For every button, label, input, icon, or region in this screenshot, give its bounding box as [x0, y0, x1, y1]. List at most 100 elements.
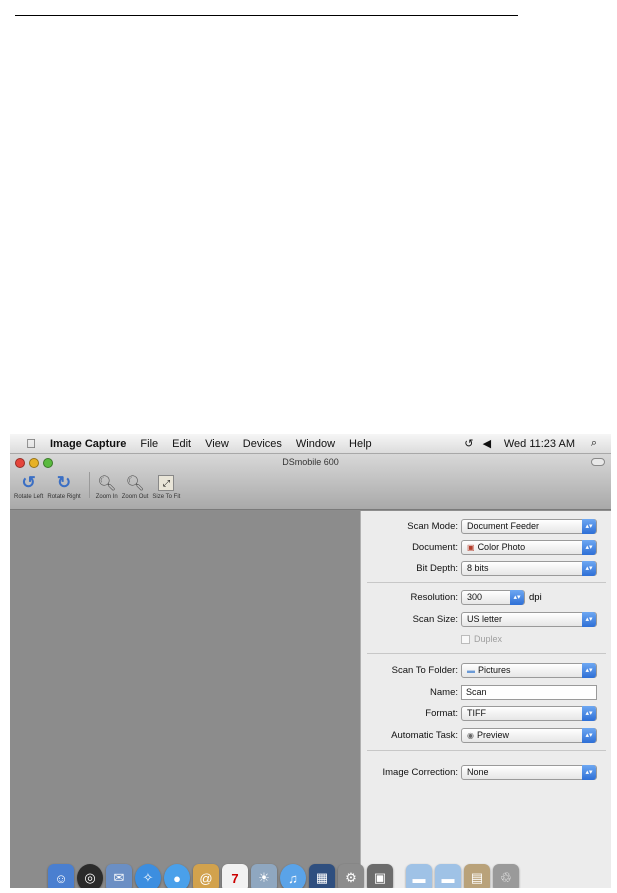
bit-depth-row: Bit Depth: 8 bits ▴▾ — [361, 559, 611, 577]
image-correction-popup[interactable]: None ▴▾ — [461, 764, 597, 780]
scan-mode-row: Scan Mode: Document Feeder ▴▾ — [361, 517, 611, 535]
format-popup[interactable]: TIFF ▴▾ — [461, 705, 597, 721]
section-divider — [367, 653, 606, 654]
menu-clock[interactable]: Wed 11:23 AM — [496, 438, 585, 450]
rotate-right-icon: ↻ — [56, 473, 72, 492]
resolution-label: Resolution: — [410, 591, 458, 603]
volume-icon[interactable]: ◀ — [478, 437, 496, 450]
menu-help[interactable]: Help — [342, 438, 379, 450]
bit-depth-value: 8 bits — [467, 563, 489, 573]
popup-arrows-icon: ▴▾ — [582, 764, 596, 780]
resolution-unit: dpi — [529, 591, 542, 603]
automatic-task-row: Automatic Task: ◉ Preview ▴▾ — [361, 726, 611, 744]
dock: ☺ ◎ ✉ ✧ ● @ 7 ☀ ♫ ▦ ⚙ ▣ ▬ ▬ ▤ ♲ — [40, 860, 598, 888]
image-capture-icon[interactable]: ▣ — [367, 864, 393, 888]
safari-icon[interactable]: ✧ — [135, 864, 161, 888]
menu-file[interactable]: File — [133, 438, 165, 450]
rotate-right-button[interactable]: ↻ Rotate Right — [47, 472, 80, 500]
color-photo-icon: ▣ — [467, 542, 475, 552]
scan-size-row: Scan Size: US letter ▴▾ — [361, 610, 611, 628]
preview-app-icon: ◉ — [467, 730, 474, 740]
popup-arrows-icon: ▴▾ — [582, 705, 596, 721]
menu-app-name[interactable]: Image Capture — [42, 438, 133, 450]
address-book-icon[interactable]: @ — [193, 864, 219, 888]
automatic-task-popup[interactable]: ◉ Preview ▴▾ — [461, 727, 597, 743]
rotate-right-label: Rotate Right — [47, 494, 81, 500]
folder-icon: ▬ — [467, 665, 475, 675]
menu-view[interactable]: View — [198, 438, 236, 450]
finder-icon[interactable]: ☺ — [48, 864, 74, 888]
scan-size-popup[interactable]: US letter ▴▾ — [461, 611, 597, 627]
image-capture-window: DSmobile 600 ↺ Rotate Left ↻ Rotate Righ… — [10, 454, 611, 888]
image-correction-value: None — [467, 767, 489, 777]
zoom-in-icon: 🔍︎ — [97, 475, 117, 492]
menu-bar:  Image Capture File Edit View Devices W… — [10, 434, 611, 454]
documents-folder-icon[interactable]: ▬ — [406, 864, 432, 888]
name-label: Name: — [430, 686, 458, 698]
spaces-icon[interactable]: ▦ — [309, 864, 335, 888]
scan-to-folder-row: Scan To Folder: ▬ Pictures ▴▾ — [361, 661, 611, 679]
system-preferences-icon[interactable]: ⚙ — [338, 864, 364, 888]
scan-mode-value: Document Feeder — [467, 521, 540, 531]
format-value: TIFF — [467, 708, 486, 718]
itunes-icon[interactable]: ♫ — [280, 864, 306, 888]
duplex-row: Duplex — [361, 630, 611, 648]
image-correction-label: Image Correction: — [382, 766, 458, 778]
dashboard-icon[interactable]: ◎ — [77, 864, 103, 888]
bit-depth-popup[interactable]: 8 bits ▴▾ — [461, 560, 597, 576]
popup-arrows-icon: ▴▾ — [582, 518, 596, 534]
bit-depth-label: Bit Depth: — [416, 562, 458, 574]
automatic-task-value: Preview — [476, 730, 509, 740]
ical-icon[interactable]: 7 — [222, 864, 248, 888]
zoom-in-button[interactable]: 🔍︎ Zoom In — [96, 472, 118, 500]
popup-arrows-icon: ▴▾ — [582, 662, 596, 678]
toolbar-toggle-button[interactable] — [591, 458, 605, 466]
image-correction-row: Image Correction: None ▴▾ — [361, 763, 611, 781]
section-divider — [367, 582, 606, 583]
scan-mode-popup[interactable]: Document Feeder ▴▾ — [461, 518, 597, 534]
applications-stack-icon[interactable]: ▤ — [464, 864, 490, 888]
document-popup[interactable]: ▣ Color Photo ▴▾ — [461, 539, 597, 555]
rotate-left-icon: ↺ — [21, 473, 36, 492]
ichat-icon[interactable]: ● — [164, 864, 190, 888]
trash-icon[interactable]: ♲ — [493, 864, 519, 888]
section-divider — [367, 750, 606, 751]
size-to-fit-icon: ⤢ — [158, 475, 175, 491]
iphoto-icon[interactable]: ☀ — [251, 864, 277, 888]
apple-menu-icon[interactable]:  — [20, 436, 42, 451]
zoom-out-button[interactable]: 🔍︎ Zoom Out — [122, 472, 149, 500]
menu-devices[interactable]: Devices — [236, 438, 289, 450]
spotlight-search-icon[interactable]: ⌕ — [585, 437, 603, 450]
scan-to-folder-popup[interactable]: ▬ Pictures ▴▾ — [461, 662, 597, 678]
document-label: Document: — [412, 541, 458, 553]
duplex-checkbox[interactable] — [461, 634, 470, 644]
resolution-combo[interactable]: 300 ▴▾ — [461, 589, 525, 605]
zoom-out-label: Zoom Out — [121, 494, 149, 500]
menu-window[interactable]: Window — [289, 438, 342, 450]
resolution-row: Resolution: 300 ▴▾ dpi — [361, 588, 611, 606]
toolbar-separator — [88, 472, 90, 498]
mail-icon[interactable]: ✉ — [106, 864, 132, 888]
popup-arrows-icon: ▴▾ — [582, 560, 596, 576]
document-value: Color Photo — [477, 542, 526, 552]
format-row: Format: TIFF ▴▾ — [361, 704, 611, 722]
time-machine-icon[interactable]: ↺ — [460, 437, 478, 450]
zoom-out-icon: 🔍︎ — [125, 475, 145, 492]
scan-to-folder-label: Scan To Folder: — [391, 664, 458, 676]
size-to-fit-button[interactable]: ⤢ Size To Fit — [152, 472, 180, 500]
scan-preview-area[interactable] — [10, 511, 360, 888]
name-field[interactable]: Scan — [461, 684, 597, 700]
scan-to-folder-value: Pictures — [478, 665, 511, 675]
toolbar: ↺ Rotate Left ↻ Rotate Right 🔍︎ Zoom In … — [14, 472, 184, 500]
automatic-task-label: Automatic Task: — [391, 729, 458, 741]
downloads-folder-icon[interactable]: ▬ — [435, 864, 461, 888]
window-titlebar: DSmobile 600 ↺ Rotate Left ↻ Rotate Righ… — [10, 454, 611, 510]
size-to-fit-label: Size To Fit — [152, 494, 181, 500]
rotate-left-button[interactable]: ↺ Rotate Left — [14, 472, 43, 500]
dock-icons: ☺ ◎ ✉ ✧ ● @ 7 ☀ ♫ ▦ ⚙ ▣ ▬ ▬ ▤ ♲ — [48, 864, 522, 888]
menu-edit[interactable]: Edit — [165, 438, 198, 450]
document-top-rule — [15, 15, 518, 16]
zoom-in-label: Zoom In — [95, 494, 118, 500]
document-row: Document: ▣ Color Photo ▴▾ — [361, 538, 611, 556]
format-label: Format: — [425, 707, 458, 719]
